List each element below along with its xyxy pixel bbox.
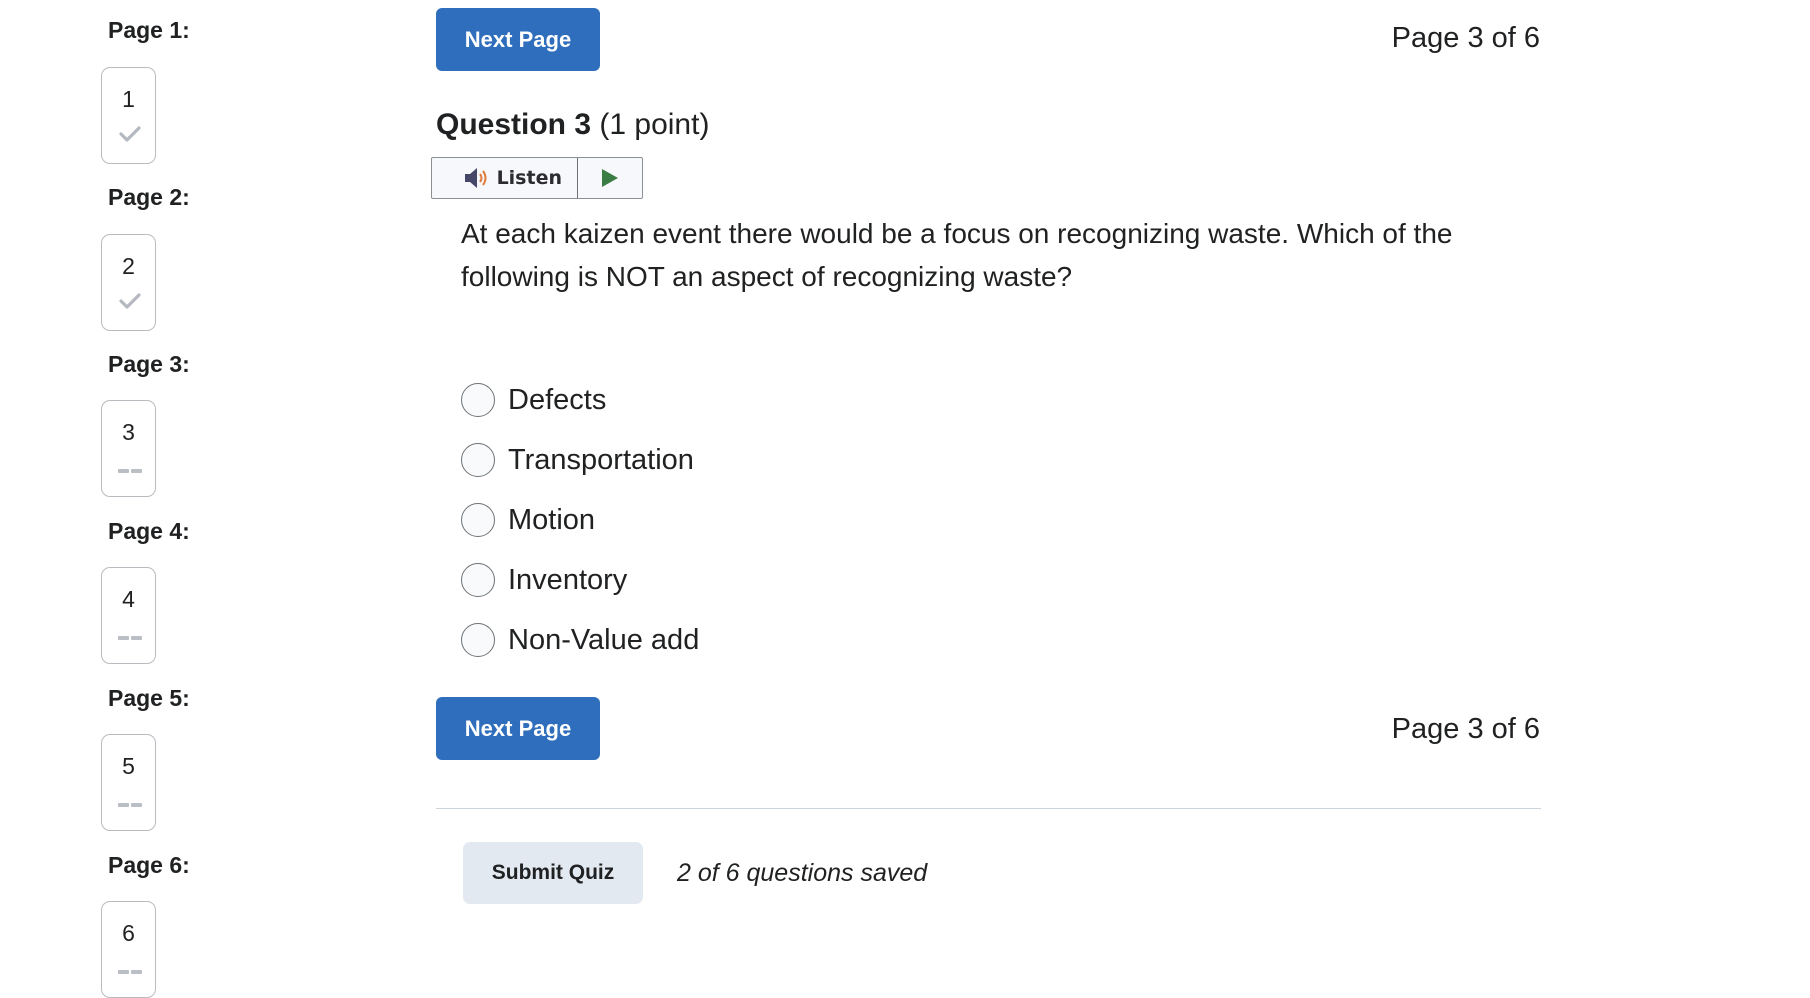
choice-inventory[interactable]: Inventory <box>461 560 627 600</box>
page-2-button[interactable]: 2 <box>101 234 156 331</box>
page-label: Page 4: <box>108 518 190 544</box>
page-5-button[interactable]: 5 <box>101 734 156 831</box>
page-indicator-bottom: Page 3 of 6 <box>1391 713 1540 745</box>
page-4-button[interactable]: 4 <box>101 567 156 664</box>
page-label: Page 6: <box>108 852 190 878</box>
radio-button[interactable] <box>461 443 495 477</box>
choice-transportation[interactable]: Transportation <box>461 440 694 480</box>
listen-label: Listen <box>496 167 562 189</box>
page-indicator-top: Page 3 of 6 <box>1391 22 1540 54</box>
page-6-button[interactable]: 6 <box>101 901 156 998</box>
page-label: Page 5: <box>108 685 190 711</box>
dash-icon <box>118 469 142 473</box>
next-page-button-top[interactable]: Next Page <box>436 8 600 71</box>
check-icon <box>119 293 141 309</box>
question-text: At each kaizen event there would be a fo… <box>461 218 1453 292</box>
page-label: Page 3: <box>108 351 190 377</box>
page-label: Page 2: <box>108 184 190 210</box>
dash-icon <box>118 970 142 974</box>
choice-defects[interactable]: Defects <box>461 380 606 420</box>
radio-button[interactable] <box>461 383 495 417</box>
page-number: 5 <box>122 753 135 779</box>
dash-icon <box>118 803 142 807</box>
next-page-button-bottom[interactable]: Next Page <box>436 697 600 760</box>
page-number: 4 <box>122 586 135 612</box>
divider <box>436 808 1541 809</box>
question-heading: Question 3 (1 point) <box>436 108 709 142</box>
play-icon <box>602 169 618 187</box>
check-icon <box>119 126 141 142</box>
question-points: (1 point) <box>599 108 710 141</box>
page-number: 3 <box>122 419 135 445</box>
speaker-icon <box>464 168 487 188</box>
choice-label: Motion <box>508 503 596 536</box>
submit-quiz-button[interactable]: Submit Quiz <box>463 842 643 904</box>
page-label: Page 1: <box>108 17 190 43</box>
choice-label: Inventory <box>508 563 628 596</box>
page-number: 6 <box>122 920 135 946</box>
page-3-button[interactable]: 3 <box>101 400 156 497</box>
choice-label: Defects <box>508 383 607 416</box>
dash-icon <box>118 636 142 640</box>
choice-non-value-add[interactable]: Non-Value add <box>461 620 699 660</box>
choice-label: Non-Value add <box>508 623 700 656</box>
radio-button[interactable] <box>461 503 495 537</box>
play-button[interactable] <box>578 158 642 198</box>
listen-widget: Listen <box>431 157 643 199</box>
page-number: 1 <box>122 86 135 112</box>
page-1-button[interactable]: 1 <box>101 67 156 164</box>
listen-button[interactable]: Listen <box>432 158 578 198</box>
page-number: 2 <box>122 253 135 279</box>
saved-status: 2 of 6 questions saved <box>677 859 928 887</box>
question-title: Question 3 <box>436 108 592 141</box>
choice-label: Transportation <box>508 443 694 476</box>
choice-motion[interactable]: Motion <box>461 500 595 540</box>
radio-button[interactable] <box>461 623 495 657</box>
radio-button[interactable] <box>461 563 495 597</box>
